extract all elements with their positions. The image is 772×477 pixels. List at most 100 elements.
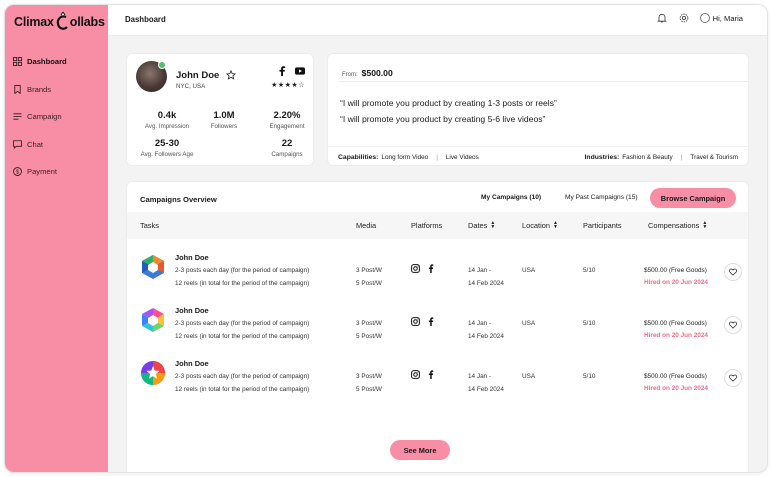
- platforms: [411, 317, 441, 326]
- column-header-location[interactable]: Location ▲ ▼: [522, 221, 558, 231]
- campaigns-overview: Campaigns Overview My Campaigns (10) My …: [126, 181, 749, 472]
- bookmark-icon: [14, 84, 21, 94]
- hexagon-colorful-logo-icon: [142, 308, 164, 332]
- table-row[interactable]: John Doe 2-3 posts each day (for the per…: [127, 355, 748, 408]
- favorite-button[interactable]: [724, 263, 742, 281]
- date-end: 14 Feb 2024: [468, 333, 504, 340]
- facebook-icon[interactable]: [277, 66, 287, 76]
- platforms: [411, 264, 441, 273]
- participants-value: 5/10: [583, 320, 596, 327]
- date-start: 14 Jan -: [468, 267, 492, 274]
- sidebar-item-campaign[interactable]: Campaign: [13, 103, 67, 131]
- browse-campaign-button[interactable]: Browse Campaign: [650, 188, 736, 208]
- logo-text-first: Climax: [14, 15, 54, 29]
- bell-icon[interactable]: [656, 12, 668, 24]
- date-end: 14 Feb 2024: [468, 386, 504, 393]
- column-header-media: Media: [356, 221, 377, 230]
- campaign-brand-name: John Doe: [175, 359, 209, 368]
- stat-label: Avg. Impression: [144, 123, 190, 130]
- task-description: 12 reels (in total for the period of the…: [175, 333, 310, 340]
- stat-impression: 0.4k Avg. Impression: [137, 110, 197, 130]
- offer-price-value: $500.00: [361, 68, 393, 78]
- sort-icon: ▲ ▼: [490, 220, 496, 230]
- participants-value: 5/10: [583, 373, 596, 380]
- top-bar-actions: Hi, Maria: [646, 12, 743, 24]
- page-title: Dashboard: [125, 15, 166, 24]
- capabilities-label: Capabilities:: [338, 153, 379, 161]
- campaign-brand-name: John Doe: [175, 306, 209, 315]
- stat-value: 22: [281, 138, 293, 149]
- media-value: 5 Post/W: [356, 333, 382, 340]
- user-menu[interactable]: Hi, Maria: [699, 13, 743, 23]
- date-start: 14 Jan -: [468, 373, 492, 380]
- offer-quote: “I will promote you product by creating …: [340, 98, 557, 108]
- see-more-button[interactable]: See More: [390, 440, 450, 460]
- hired-status: Hired on 20 Jun 2024: [644, 385, 708, 392]
- sidebar-item-dashboard[interactable]: Dashboard: [13, 48, 67, 76]
- task-description: 2-3 posts each day (for the period of ca…: [175, 267, 310, 274]
- stat-value: 1.0M: [213, 110, 235, 121]
- tab-past-campaigns[interactable]: My Past Campaigns (15): [565, 194, 638, 201]
- tab-my-campaigns[interactable]: My Campaigns (10): [481, 194, 541, 201]
- media-value: 5 Post/W: [356, 386, 382, 393]
- industry-tag: Travel & Tourism: [690, 153, 738, 161]
- hired-status: Hired on 20 Jun 2024: [644, 279, 708, 286]
- task-description: 12 reels (in total for the period of the…: [175, 386, 310, 393]
- online-status-icon: [158, 61, 166, 69]
- profile-location: NYC, USA: [176, 83, 206, 90]
- stat-value: 25-30: [154, 138, 180, 149]
- logo[interactable]: Climax ollabs: [14, 11, 105, 33]
- favorite-star-icon[interactable]: [226, 70, 236, 80]
- date-end: 14 Feb 2024: [468, 280, 504, 287]
- top-bar: Dashboard Hi, Maria: [108, 5, 767, 36]
- favorite-button[interactable]: [724, 316, 742, 334]
- gear-icon[interactable]: [678, 12, 690, 24]
- hired-status: Hired on 20 Jun 2024: [644, 332, 708, 339]
- facebook-icon: [426, 264, 435, 273]
- chat-icon: [13, 140, 22, 149]
- sidebar-item-brands[interactable]: Brands: [13, 76, 67, 104]
- column-header-participants: Participants: [583, 221, 622, 230]
- stat-label: Followers: [210, 123, 238, 130]
- heart-icon: [729, 321, 737, 329]
- column-header-tasks: Tasks: [140, 221, 159, 230]
- favorite-button[interactable]: [724, 369, 742, 387]
- table-row[interactable]: John Doe 2-3 posts each day (for the per…: [127, 302, 748, 355]
- compensation-value: $500.00 (Free Goods): [644, 320, 707, 327]
- app-window: Climax ollabs Dashboard Brands Campaign: [4, 4, 768, 473]
- table-header: Tasks Media Platforms Dates ▲ ▼ Location ▲ ▼…: [127, 212, 748, 239]
- social-links: [269, 66, 305, 76]
- industries-label: Industries:: [584, 153, 620, 161]
- task-description: 2-3 posts each day (for the period of ca…: [175, 320, 310, 327]
- column-header-compensations[interactable]: Compensations ▲ ▼: [648, 221, 707, 231]
- youtube-icon[interactable]: [295, 66, 305, 76]
- campaign-brand-name: John Doe: [175, 253, 209, 262]
- media-value: 3 Post/W: [356, 320, 382, 327]
- separator: |: [680, 153, 683, 161]
- table-row[interactable]: John Doe 2-3 posts each day (for the per…: [127, 249, 748, 302]
- capability-tag: Live Videos: [445, 153, 479, 161]
- compensation-value: $500.00 (Free Goods): [644, 267, 707, 274]
- user-greeting: Hi, Maria: [712, 13, 743, 23]
- participants-value: 5/10: [583, 267, 596, 274]
- sidebar-item-payment[interactable]: $ Payment: [13, 158, 67, 186]
- sidebar-item-chat[interactable]: Chat: [13, 131, 67, 159]
- offer-quote: “I will promote you product by creating …: [340, 114, 546, 124]
- list-icon: [13, 113, 22, 120]
- column-header-dates[interactable]: Dates ▲ ▼: [468, 220, 496, 231]
- location-value: USA: [522, 267, 536, 274]
- dollar-circle-icon: $: [13, 167, 22, 177]
- sidebar-item-label: Campaign: [27, 112, 62, 122]
- compensation-value: $500.00 (Free Goods): [644, 373, 707, 380]
- stat-label: Avg. Followers Age: [140, 151, 194, 158]
- stat-campaigns: 22 Campaigns: [257, 138, 317, 158]
- star-colorful-logo-icon: [141, 361, 165, 385]
- location-value: USA: [522, 320, 536, 327]
- media-value: 3 Post/W: [356, 373, 382, 380]
- instagram-icon: [411, 317, 420, 326]
- task-description: 2-3 posts each day (for the period of ca…: [175, 373, 310, 380]
- sidebar-item-label: Dashboard: [27, 57, 67, 67]
- logo-text-second: ollabs: [69, 15, 105, 29]
- instagram-icon: [411, 370, 420, 379]
- sidebar-item-label: Payment: [27, 167, 57, 177]
